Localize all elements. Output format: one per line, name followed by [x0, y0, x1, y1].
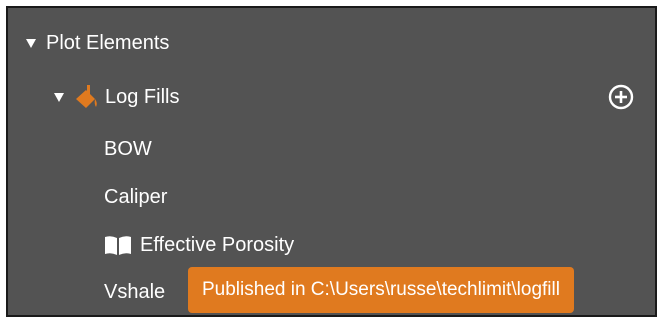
tree-group-label: Log Fills — [105, 85, 180, 108]
plot-elements-panel: Plot Elements Log Fills BOW Caliper Effe… — [6, 6, 657, 317]
tree-item-label: BOW — [104, 137, 152, 160]
tree-item-caliper[interactable]: Caliper — [104, 182, 167, 212]
paint-bucket-icon — [76, 85, 97, 108]
tree-item-label: Caliper — [104, 185, 168, 208]
published-path-tooltip: Published in C:\Users\russe\techlimit\lo… — [188, 267, 574, 313]
triangle-down-icon[interactable] — [26, 38, 36, 48]
open-book-icon — [105, 236, 131, 255]
tree-item-vshale[interactable]: Vshale — [104, 277, 165, 307]
tree-item-label: Effective Porosity — [140, 233, 295, 256]
tree-item-label: Vshale — [104, 280, 166, 303]
triangle-down-icon[interactable] — [54, 92, 64, 102]
tree-root-plot-elements[interactable]: Plot Elements — [26, 28, 169, 58]
tree-item-bow[interactable]: BOW — [104, 134, 152, 164]
tooltip-text: Published in C:\Users\russe\techlimit\lo… — [202, 279, 560, 300]
plus-circle-icon[interactable] — [608, 84, 634, 110]
tree-root-label: Plot Elements — [46, 31, 170, 54]
tree-item-effective-porosity[interactable]: Effective Porosity — [104, 230, 294, 260]
tree-group-log-fills[interactable]: Log Fills — [54, 82, 179, 112]
